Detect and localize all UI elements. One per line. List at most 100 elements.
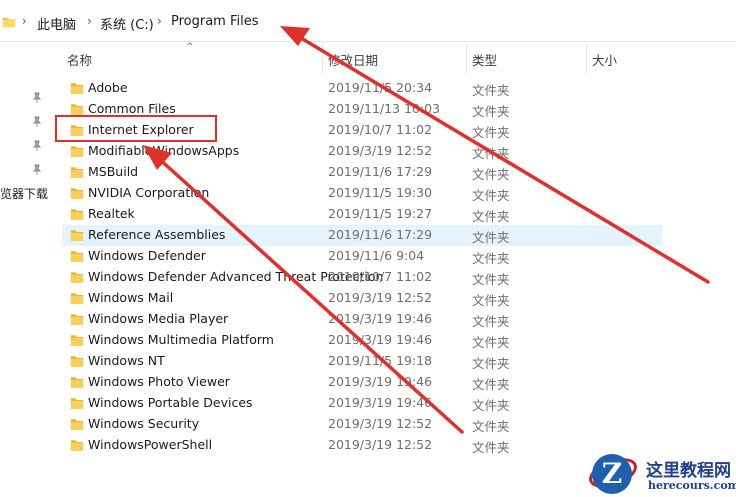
file-type: 文件夹 <box>472 440 510 455</box>
folder-icon <box>70 313 84 329</box>
file-name: MSBuild <box>88 164 139 179</box>
file-row[interactable]: NVIDIA Corporation 2019/11/5 19:30 文件夹 <box>62 183 662 204</box>
file-type: 文件夹 <box>472 167 510 182</box>
file-type: 文件夹 <box>472 230 510 245</box>
file-date: 2019/3/19 19:46 <box>328 332 433 347</box>
file-type: 文件夹 <box>472 251 510 266</box>
folder-icon <box>70 208 84 224</box>
file-type: 文件夹 <box>472 272 510 287</box>
file-row[interactable]: Windows NT 2019/11/5 19:18 文件夹 <box>62 351 662 372</box>
file-name: WindowsPowerShell <box>88 437 213 452</box>
file-name: NVIDIA Corporation <box>88 185 210 200</box>
folder-icon <box>70 250 84 266</box>
folder-icon <box>70 292 84 308</box>
file-name: Adobe <box>88 80 128 95</box>
file-date: 2019/11/5 19:27 <box>328 206 433 221</box>
column-header-date[interactable]: 修改日期 <box>328 50 378 69</box>
file-name: Windows Multimedia Platform <box>88 332 274 347</box>
file-type: 文件夹 <box>472 356 510 371</box>
file-row[interactable]: Realtek 2019/11/5 19:27 文件夹 <box>62 204 662 225</box>
file-row[interactable]: Windows Portable Devices 2019/3/19 19:46 文… <box>62 393 662 414</box>
file-row[interactable]: Windows Photo Viewer 2019/3/19 19:46 文件夹 <box>62 372 662 393</box>
folder-icon <box>70 397 84 413</box>
file-date: 2019/3/19 12:52 <box>328 437 433 452</box>
logo-circle: Z <box>592 454 632 494</box>
file-type: 文件夹 <box>472 314 510 329</box>
highlight-box <box>55 115 217 142</box>
folder-icon <box>70 376 84 392</box>
column-header-row: 名称 修改日期 类型 大小 <box>62 42 736 76</box>
file-date: 2019/11/5 19:30 <box>328 185 433 200</box>
column-divider[interactable] <box>466 44 467 74</box>
file-type: 文件夹 <box>472 188 510 203</box>
nav-item-downloads[interactable]: 览器下载 <box>0 185 48 202</box>
file-type: 文件夹 <box>472 83 510 98</box>
breadcrumb-item-this-pc[interactable]: 此电脑 <box>37 14 76 33</box>
file-date: 2019/3/19 19:46 <box>328 311 433 326</box>
file-date: 2019/10/7 11:02 <box>328 269 433 284</box>
breadcrumb-item-drive-c[interactable]: 系统 (C:) <box>100 14 154 33</box>
file-name: Windows Security <box>88 416 200 431</box>
file-name: ModifiableWindowsApps <box>88 143 240 158</box>
chevron-right-icon: › <box>87 14 92 28</box>
breadcrumb-item-program-files[interactable]: Program Files <box>171 14 259 29</box>
file-row[interactable]: Windows Security 2019/3/19 12:52 文件夹 <box>62 414 662 435</box>
sort-ascending-icon: ^ <box>186 42 194 52</box>
column-header-name[interactable]: 名称 <box>67 50 92 69</box>
file-date: 2019/11/5 20:34 <box>328 80 433 95</box>
file-name: Realtek <box>88 206 135 221</box>
file-type: 文件夹 <box>472 293 510 308</box>
file-date: 2019/3/19 19:46 <box>328 374 433 389</box>
file-date: 2019/10/7 11:02 <box>328 122 433 137</box>
file-date: 2019/11/6 9:04 <box>328 248 425 263</box>
column-divider[interactable] <box>586 44 587 74</box>
file-row[interactable]: Windows Defender 2019/11/6 9:04 文件夹 <box>62 246 662 267</box>
folder-icon <box>70 187 84 203</box>
file-row[interactable]: Windows Multimedia Platform 2019/3/19 19:… <box>62 330 662 351</box>
file-type: 文件夹 <box>472 377 510 392</box>
file-name: Reference Assemblies <box>88 227 226 242</box>
pin-icon[interactable] <box>31 92 43 104</box>
file-row[interactable]: MSBuild 2019/11/6 17:29 文件夹 <box>62 162 662 183</box>
pin-icon[interactable] <box>31 116 43 128</box>
file-date: 2019/11/13 10:03 <box>328 101 441 116</box>
column-header-size[interactable]: 大小 <box>592 50 617 69</box>
column-divider[interactable] <box>322 44 323 74</box>
file-name: Common Files <box>88 101 176 116</box>
file-type: 文件夹 <box>472 419 510 434</box>
file-type: 文件夹 <box>472 125 510 140</box>
file-date: 2019/3/19 12:52 <box>328 143 433 158</box>
folder-icon <box>70 271 84 287</box>
folder-icon <box>70 229 84 245</box>
file-row[interactable]: Adobe 2019/11/5 20:34 文件夹 <box>62 78 662 99</box>
column-header-type[interactable]: 类型 <box>472 50 497 69</box>
file-row[interactable]: ModifiableWindowsApps 2019/3/19 12:52 文件夹 <box>62 141 662 162</box>
navigation-pane: 览器下载 <box>0 42 58 497</box>
file-date: 2019/3/19 19:46 <box>328 395 433 410</box>
file-row[interactable]: Windows Defender Advanced Threat Protect… <box>62 267 662 288</box>
file-row[interactable]: WindowsPowerShell 2019/3/19 12:52 文件夹 <box>62 435 662 456</box>
folder-icon <box>70 418 84 434</box>
address-bar[interactable]: › 此电脑 › 系统 (C:) › Program Files <box>0 0 736 42</box>
file-type: 文件夹 <box>472 335 510 350</box>
file-name: Windows Mail <box>88 290 174 305</box>
file-date: 2019/3/19 12:52 <box>328 416 433 431</box>
file-type: 文件夹 <box>472 209 510 224</box>
pin-icon[interactable] <box>31 140 43 152</box>
file-name: Windows Portable Devices <box>88 395 253 410</box>
watermark-logo: Z 这里教程网 herecours.com <box>585 452 736 497</box>
file-row[interactable]: Windows Mail 2019/3/19 12:52 文件夹 <box>62 288 662 309</box>
file-name: Windows Media Player <box>88 311 229 326</box>
pin-icon[interactable] <box>31 164 43 176</box>
file-name: Windows Photo Viewer <box>88 374 230 389</box>
file-date: 2019/11/6 17:29 <box>328 164 433 179</box>
file-type: 文件夹 <box>472 146 510 161</box>
folder-icon <box>70 82 84 98</box>
watermark-url: herecours.com <box>648 479 736 492</box>
file-date: 2019/3/19 12:52 <box>328 290 433 305</box>
file-name: Windows Defender <box>88 248 206 263</box>
chevron-right-icon: › <box>157 14 162 28</box>
file-row[interactable]: Windows Media Player 2019/3/19 19:46 文件夹 <box>62 309 662 330</box>
file-row[interactable]: Reference Assemblies 2019/11/6 17:29 文件夹 <box>62 225 662 246</box>
folder-icon <box>70 145 84 161</box>
